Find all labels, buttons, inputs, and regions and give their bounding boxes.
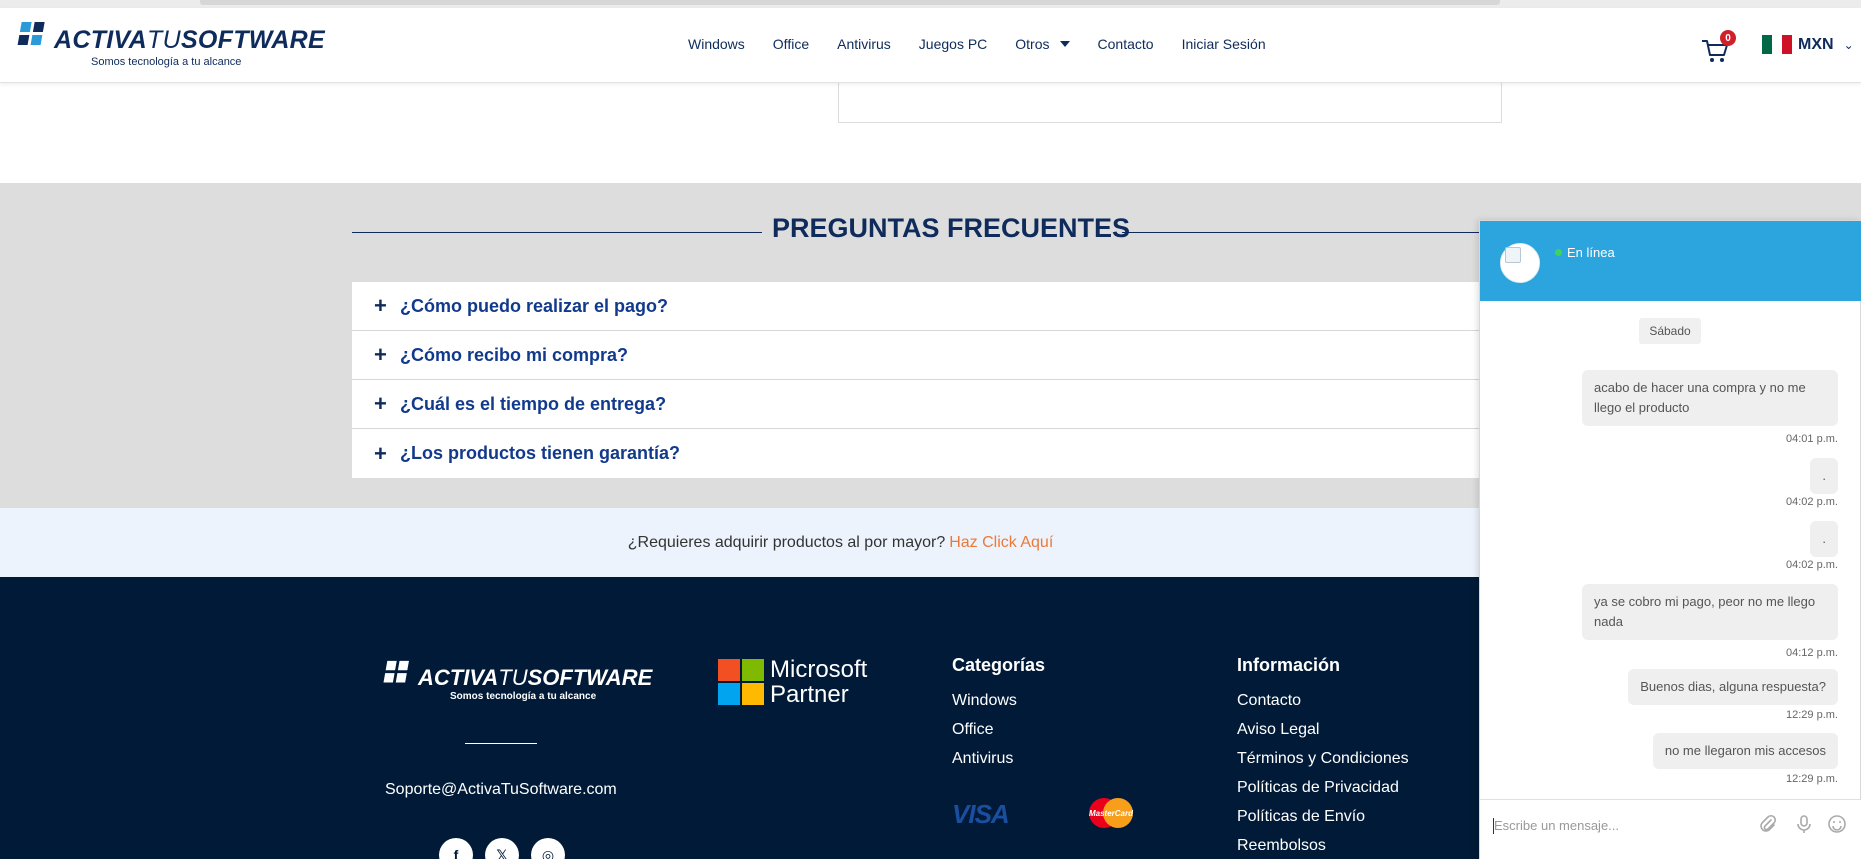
faq-title-rule-left [352,232,762,233]
chat-message-time: 04:02 p.m. [1786,496,1838,508]
footer-link-reembolsos[interactable]: Reembolsos [1237,837,1409,855]
main-nav: Windows Office Antivirus Juegos PC Otros… [688,36,1294,52]
footer-link-envio[interactable]: Políticas de Envío [1237,808,1409,826]
footer-socials: f 𝕏 ◎ [439,838,565,859]
faq-list: + ¿Cómo puedo realizar el pago? + ¿Cómo re… [352,282,1500,478]
chat-status: En línea [1555,245,1615,260]
nav-antivirus[interactable]: Antivirus [837,36,891,52]
footer-link-terminos[interactable]: Términos y Condiciones [1237,750,1409,768]
chat-message-time: 04:01 p.m. [1786,433,1838,445]
chat-message: Buenos dias, alguna respuesta? [1628,669,1838,705]
logo-wordmark: ACTIVATUSOFTWARE [54,26,325,54]
mastercard-text: MasterCard [1089,809,1134,818]
footer-logo-wordmark: ACTIVATUSOFTWARE [418,665,653,690]
top-strip-bar [200,0,1500,5]
chevron-down-icon: ⌄ [1843,37,1854,52]
footer-logo-mark-icon [383,660,409,683]
footer-link-windows[interactable]: Windows [952,692,1045,710]
faq-item-recibo[interactable]: + ¿Cómo recibo mi compra? [352,331,1500,380]
nav-windows[interactable]: Windows [688,36,745,52]
plus-icon: + [374,342,387,367]
logo-tagline: Somos tecnología a tu alcance [91,56,242,68]
faq-item-garantia[interactable]: + ¿Los productos tienen garantía? [352,429,1500,478]
microsoft-logo-icon [718,659,764,705]
footer-logo[interactable]: ACTIVATUSOFTWARE Somos tecnología a tu a… [382,659,652,707]
microsoft-partner-text: Microsoft Partner [770,656,868,708]
footer-categories: Categorías Windows Office Antivirus [952,655,1045,779]
agent-avatar [1500,243,1540,283]
nav-otros[interactable]: Otros [1015,36,1070,52]
chat-message: ya se cobro mi pago, peor no me llego na… [1582,584,1838,640]
product-box-bottom [838,75,1502,123]
footer-info: Información Contacto Aviso Legal Término… [1237,655,1409,859]
microphone-icon[interactable] [1794,814,1814,839]
faq-question: ¿Cómo puedo realizar el pago? [400,295,669,316]
cart-count-badge: 0 [1720,30,1736,46]
emoji-icon[interactable] [1827,814,1847,839]
faq-question: ¿Los productos tienen garantía? [400,443,681,463]
chat-message-time: 12:29 p.m. [1786,709,1838,721]
chat-message: . [1810,521,1838,557]
nav-juegos-pc[interactable]: Juegos PC [919,36,987,52]
plus-icon: + [374,293,387,318]
instagram-icon[interactable]: ◎ [531,838,565,859]
wholesale-text: ¿Requieres adquirir productos al por may… [627,533,946,551]
footer-categories-title: Categorías [952,655,1046,675]
currency-code: MXN [1798,35,1834,53]
nav-contacto[interactable]: Contacto [1098,36,1154,52]
faq-question: ¿Cuál es el tiempo de entrega? [400,393,667,414]
broken-image-icon [1505,247,1521,263]
logo-mark-icon [17,22,45,45]
currency-selector[interactable]: MXN ⌄ [1762,35,1854,54]
faq-question: ¿Cómo recibo mi compra? [400,344,629,365]
plus-icon: + [374,440,387,466]
chat-message-input[interactable]: Escribe un mensaje... [1480,799,1861,859]
chat-message-time: 04:02 p.m. [1786,559,1838,571]
x-icon[interactable]: 𝕏 [485,838,519,859]
visa-logo: VISA [952,799,1010,829]
footer-support-email[interactable]: Soporte@ActivaTuSoftware.com [385,781,617,799]
chat-message-time: 12:29 p.m. [1786,773,1838,785]
chat-message: . [1810,458,1838,494]
footer-link-antivirus[interactable]: Antivirus [952,750,1045,768]
faq-item-entrega[interactable]: + ¿Cuál es el tiempo de entrega? [352,380,1500,429]
faq-title-rule-right [1122,232,1500,233]
plus-icon: + [374,391,387,416]
paperclip-icon[interactable] [1758,814,1778,839]
mexico-flag-icon [1762,35,1792,54]
mastercard-logo: MasterCard [1085,796,1137,830]
cart-button[interactable]: 0 [1700,30,1736,66]
wholesale-link[interactable]: Haz Click Aquí [949,534,1053,552]
microsoft-partner-badge: Microsoft Partner [718,657,888,707]
browser-top-strip [0,0,1861,8]
footer-link-aviso-legal[interactable]: Aviso Legal [1237,721,1409,739]
caret-down-icon [1059,41,1070,47]
footer-divider [465,743,537,744]
footer-info-title: Información [1237,655,1341,675]
footer-link-contacto[interactable]: Contacto [1237,692,1409,710]
nav-office[interactable]: Office [773,36,809,52]
footer-logo-tagline: Somos tecnología a tu alcance [450,691,597,702]
faq-item-pago[interactable]: + ¿Cómo puedo realizar el pago? [352,282,1500,331]
site-logo[interactable]: ACTIVATUSOFTWARE Somos tecnología a tu a… [16,20,325,70]
chat-day-separator: Sábado [1639,318,1701,344]
footer-link-office[interactable]: Office [952,721,1045,739]
chat-widget: En línea Sábado acabo de hacer una compr… [1479,220,1861,859]
online-dot-icon [1555,249,1562,256]
faq-header: PREGUNTAS FRECUENTES [352,213,1500,249]
chat-input-placeholder: Escribe un mensaje... [1494,818,1620,833]
chat-header: En línea [1480,221,1861,301]
chat-message: no me llegaron mis accesos [1652,733,1838,769]
chat-message-time: 04:12 p.m. [1786,647,1838,659]
site-header: ACTIVATUSOFTWARE Somos tecnología a tu a… [0,8,1861,83]
facebook-icon[interactable]: f [439,838,473,859]
nav-iniciar-sesion[interactable]: Iniciar Sesión [1182,36,1266,52]
footer-link-privacidad[interactable]: Políticas de Privacidad [1237,779,1409,797]
chat-message: acabo de hacer una compra y no me llego … [1582,370,1838,426]
faq-title: PREGUNTAS FRECUENTES [772,213,1131,243]
mastercard-icon: MasterCard [1089,798,1134,828]
